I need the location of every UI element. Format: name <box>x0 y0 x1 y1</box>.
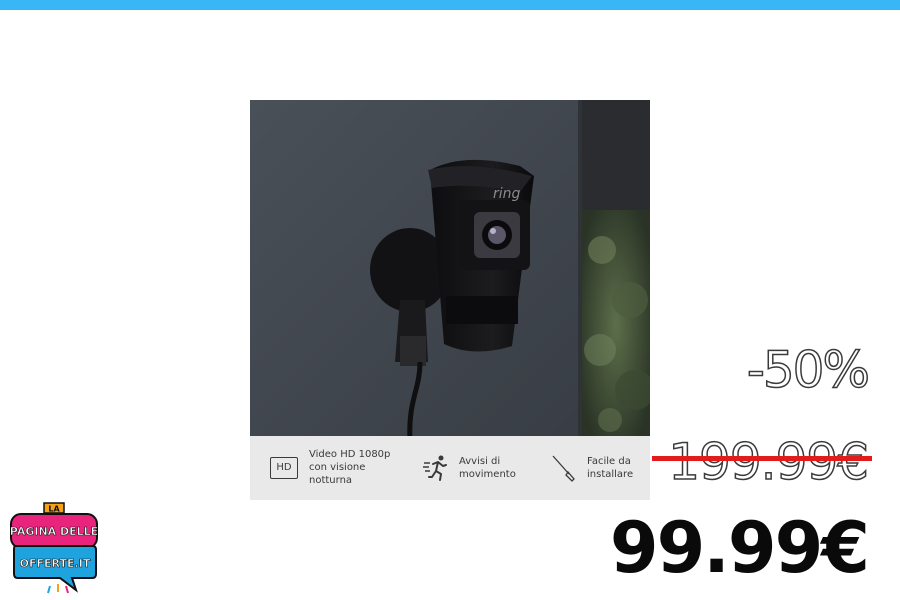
top-accent-bar <box>0 0 900 10</box>
features-bar: HD Video HD 1080p con visione notturna A… <box>250 436 650 500</box>
feature-install: Facile da installare <box>552 454 633 482</box>
feature-video: HD Video HD 1080p con visione notturna <box>270 448 390 487</box>
old-price: 199.99€ <box>667 432 869 492</box>
old-price-strikethrough <box>652 456 872 461</box>
feature-install-text: Facile da installare <box>587 456 634 480</box>
feature-video-text: Video HD 1080p con visione notturna <box>309 449 391 486</box>
hd-icon: HD <box>270 456 298 479</box>
discount-badge: -50% <box>746 340 871 400</box>
svg-text:PAGINA DELLE: PAGINA DELLE <box>10 525 98 538</box>
site-logo: LA PAGINA DELLE OFFERTE.IT <box>6 500 102 596</box>
brand-mark: ring <box>493 186 521 202</box>
feature-motion: Avvisi di movimento <box>422 454 516 482</box>
product-image: ring HD Video HD 1080p con visione nottu… <box>250 100 650 500</box>
running-person-icon <box>422 454 450 482</box>
new-price: 99.99€ <box>609 507 870 589</box>
svg-text:LA: LA <box>48 505 60 514</box>
screwdriver-icon <box>552 454 578 482</box>
feature-motion-text: Avvisi di movimento <box>459 456 516 480</box>
svg-text:OFFERTE.IT: OFFERTE.IT <box>20 557 91 570</box>
